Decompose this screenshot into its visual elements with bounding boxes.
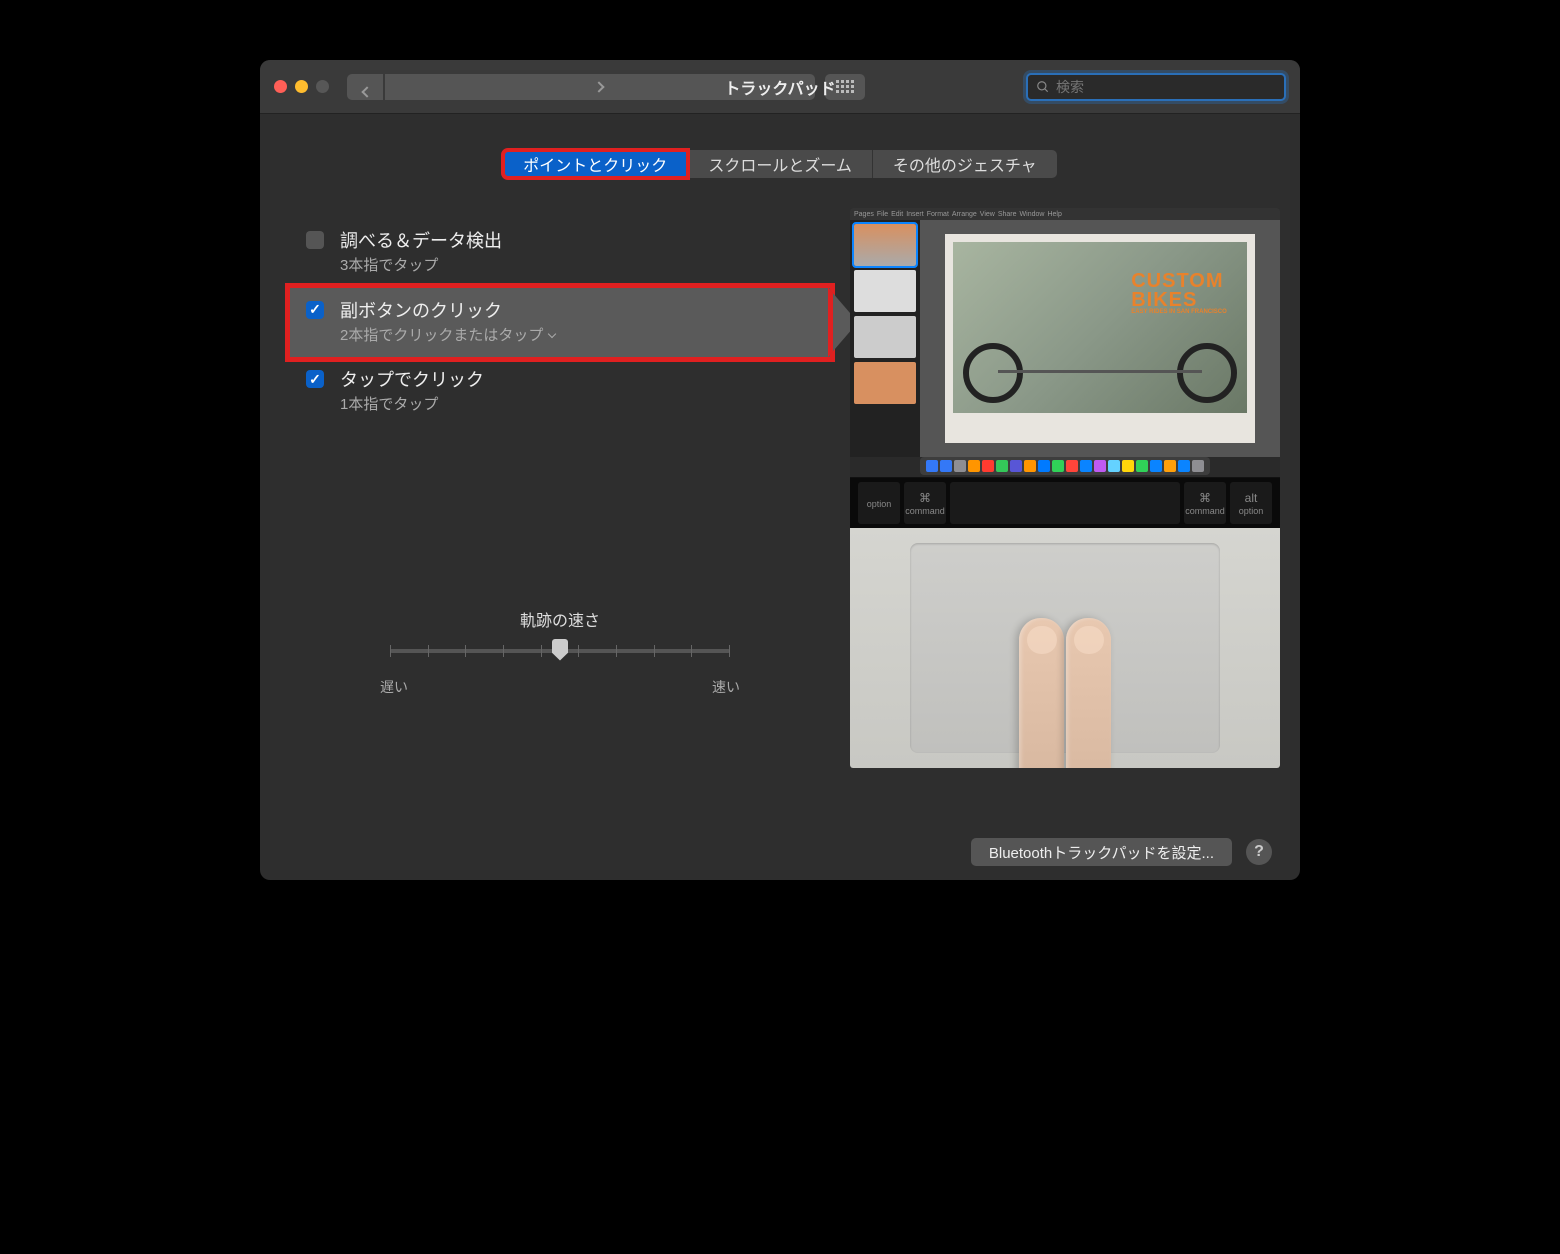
option-texts: 調べる＆データ検出 3本指でタップ [340,228,502,278]
grid-icon [836,80,854,93]
preview-main: CUSTOM BIKES EASY RIDES IN SAN FRANCISCO [920,220,1280,457]
option-subtitle: 1本指でタップ [340,394,484,417]
search-field[interactable] [1026,73,1286,101]
tab-point-click[interactable]: ポイントとクリック [503,150,688,178]
preview-pane: Pages File Edit Insert Format Arrange Vi… [850,208,1280,824]
slider-track[interactable] [390,641,730,661]
slider-max-label: 速い [712,677,740,697]
tabs: ポイントとクリック スクロールとズーム その他のジェスチャ [260,150,1300,178]
close-button[interactable] [274,80,287,93]
traffic-lights [274,80,329,93]
tracking-speed: 軌跡の速さ 遅い 速い [290,607,830,697]
content: 調べる＆データ検出 3本指でタップ 副ボタンのクリック 2本指でクリックまたはタ… [260,178,1300,824]
option-lookup[interactable]: 調べる＆データ検出 3本指でタップ [290,218,830,288]
chevron-right-icon [593,81,604,92]
chevron-down-icon [548,330,556,338]
key-option-left: option [858,482,900,524]
chevron-left-icon [361,86,372,97]
footer: Bluetoothトラックパッドを設定... ? [260,824,1300,880]
titlebar: トラックパッド [260,60,1300,114]
slider-min-label: 遅い [380,677,408,697]
option-subtitle[interactable]: 2本指でクリックまたはタップ [340,325,555,348]
options-list: 調べる＆データ検出 3本指でタップ 副ボタンのクリック 2本指でクリックまたはタ… [290,208,830,824]
search-input[interactable] [1056,79,1276,95]
preview-keyboard: option ⌘command ⌘command altoption [850,478,1280,528]
checkbox-secondary-click[interactable] [306,301,324,319]
preview-dock [920,457,1210,475]
option-title: 副ボタンのクリック [340,298,555,325]
bluetooth-trackpad-button[interactable]: Bluetoothトラックパッドを設定... [971,838,1232,866]
preview-trackpad [850,528,1280,768]
slider-label: 軌跡の速さ [370,607,750,631]
help-button[interactable]: ? [1246,839,1272,865]
preview-text: CUSTOM BIKES EASY RIDES IN SAN FRANCISCO [1131,272,1227,316]
preview-menubar: Pages File Edit Insert Format Arrange Vi… [850,208,1280,220]
option-secondary-click[interactable]: 副ボタンのクリック 2本指でクリックまたはタップ [290,288,830,358]
key-command-left: ⌘command [904,482,946,524]
tab-more-gestures[interactable]: その他のジェスチャ [873,150,1057,178]
option-tap-click[interactable]: タップでクリック 1本指でタップ [290,357,830,427]
checkbox-tap-click[interactable] [306,370,324,388]
preferences-window: トラックパッド ポイントとクリック スクロールとズーム その他のジェスチャ 調べ… [260,60,1300,880]
option-texts: タップでクリック 1本指でタップ [340,367,484,417]
fingers-icon [1019,618,1111,768]
search-icon [1036,80,1050,94]
key-spacebar [950,482,1180,524]
minimize-button[interactable] [295,80,308,93]
key-option-right: altoption [1230,482,1272,524]
option-title: タップでクリック [340,367,484,394]
preview-screen: Pages File Edit Insert Format Arrange Vi… [850,208,1280,478]
slider-thumb[interactable] [552,639,568,661]
checkbox-lookup[interactable] [306,231,324,249]
preview-app: CUSTOM BIKES EASY RIDES IN SAN FRANCISCO [850,220,1280,457]
slider-range-labels: 遅い 速い [370,677,750,697]
option-subtitle: 3本指でタップ [340,255,502,278]
tab-scroll-zoom[interactable]: スクロールとズーム [688,150,873,178]
key-command-right: ⌘command [1184,482,1226,524]
preview-page: CUSTOM BIKES EASY RIDES IN SAN FRANCISCO [945,234,1255,444]
option-title: 調べる＆データ検出 [340,228,502,255]
zoom-button[interactable] [316,80,329,93]
back-button[interactable] [347,74,383,100]
gesture-preview: Pages File Edit Insert Format Arrange Vi… [850,208,1280,768]
option-texts: 副ボタンのクリック 2本指でクリックまたはタップ [340,298,555,348]
window-title: トラックパッド [724,75,835,99]
preview-sidebar [850,220,920,457]
